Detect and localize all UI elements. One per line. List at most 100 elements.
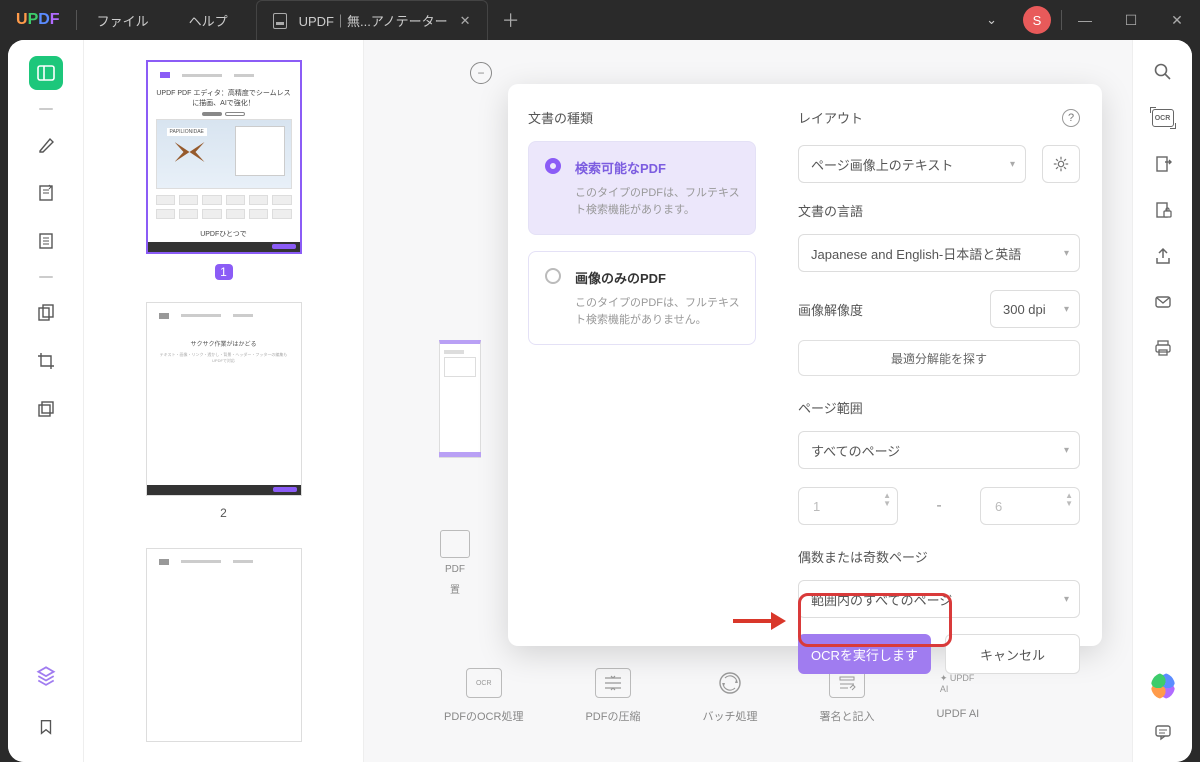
range-from-value: 1 <box>813 499 820 514</box>
close-window-button[interactable]: ✕ <box>1154 0 1200 40</box>
layers-tool-icon[interactable] <box>29 392 63 426</box>
feature-ai[interactable]: ✦ UPDF AI UPDF AI <box>936 668 979 724</box>
butterfly-icon <box>175 142 205 162</box>
radio-image-only-pdf[interactable]: 画像のみのPDF このタイプのPDFは、フルテキスト検索機能がありません。 <box>528 251 756 345</box>
thumbnail-page-3[interactable] <box>146 548 302 742</box>
feature-compress-label: PDFの圧縮 <box>585 708 640 724</box>
ocr-tool-icon[interactable]: OCR <box>1151 106 1175 130</box>
layout-title: レイアウト <box>798 108 863 127</box>
feature-pdfa[interactable]: PDF 置 <box>440 530 470 596</box>
page-tool-icon[interactable] <box>29 224 63 258</box>
odd-even-select[interactable]: 範囲内のすべてのページ <box>798 580 1080 618</box>
document-icon <box>273 13 287 29</box>
help-icon[interactable]: ? <box>1062 109 1080 127</box>
feature-sign-label: 署名と記入 <box>819 708 874 724</box>
feature-sign[interactable]: 署名と記入 <box>819 668 874 724</box>
page-range-title: ページ範囲 <box>798 398 1080 417</box>
separator <box>39 108 53 110</box>
compress-icon <box>595 668 631 698</box>
separator <box>39 276 53 278</box>
collapse-panel-icon[interactable]: − <box>470 62 492 84</box>
protect-icon[interactable] <box>1151 198 1175 222</box>
share-icon[interactable] <box>1151 244 1175 268</box>
feature-pdfa-label1: PDF <box>445 564 465 575</box>
document-tab[interactable]: UPDF｜無...アノテーター ✕ <box>256 0 488 40</box>
range-to-input[interactable]: 6▲▼ <box>980 487 1080 525</box>
email-icon[interactable] <box>1151 290 1175 314</box>
tab-title: UPDF｜無...アノテーター <box>299 11 448 30</box>
range-dash: - <box>936 497 941 515</box>
radio-searchable-desc: このタイプのPDFは、フルテキスト検索機能があります。 <box>575 185 741 218</box>
titlebar: UPDF ファイル ヘルプ UPDF｜無...アノテーター ✕ ＋ ⌄ S — … <box>0 0 1200 40</box>
chevron-down-icon[interactable]: ⌄ <box>970 12 1013 28</box>
radio-icon <box>545 268 561 284</box>
feature-pdfa-label2: 置 <box>450 581 460 596</box>
find-best-resolution-button[interactable]: 最適分解能を探す <box>798 340 1080 376</box>
feature-compress[interactable]: PDFの圧縮 <box>585 668 640 724</box>
note-tool-icon[interactable] <box>29 176 63 210</box>
feature-batch[interactable]: バッチ処理 <box>702 668 757 724</box>
page-preview-overlay <box>439 340 481 458</box>
feature-row: OCR PDFのOCR処理 PDFの圧縮 バッチ処理 署名と記入 ✦ UPDF … <box>444 668 979 724</box>
feature-batch-label: バッチ処理 <box>702 708 757 724</box>
panel-toggle-icon[interactable] <box>29 56 63 90</box>
ocr-icon: OCR <box>466 668 502 698</box>
stack-icon[interactable] <box>29 658 63 692</box>
left-toolbar <box>8 40 84 762</box>
layout-select[interactable]: ページ画像上のテキスト <box>798 145 1026 183</box>
maximize-button[interactable]: ☐ <box>1108 0 1154 40</box>
odd-even-title: 偶数または奇数ページ <box>798 547 1080 566</box>
thumbnails-panel: UPDF PDF エディタ：高精度でシームレスに描画、AIで強化！ PAPILI… <box>84 40 364 762</box>
thumb-tag: PAPILIONIDAE <box>167 128 207 136</box>
feature-ocr-label: PDFのOCR処理 <box>444 708 523 724</box>
range-to-value: 6 <box>995 499 1002 514</box>
thumbnail-page-2[interactable]: サクサク作業がはかどる テキスト・画像・リンク・透かし・背景・ヘッダー・フッター… <box>146 302 302 496</box>
cancel-button[interactable]: キャンセル <box>945 634 1080 674</box>
menu-file[interactable]: ファイル <box>77 11 169 30</box>
feature-ai-label: UPDF AI <box>936 708 979 720</box>
thumbnail-page-1[interactable]: UPDF PDF エディタ：高精度でシームレスに描画、AIで強化！ PAPILI… <box>146 60 302 254</box>
search-icon[interactable] <box>1151 60 1175 84</box>
minimize-button[interactable]: — <box>1062 0 1108 40</box>
radio-image-desc: このタイプのPDFは、フルテキスト検索機能がありません。 <box>575 295 741 328</box>
updf-ai-icon[interactable] <box>1151 674 1175 698</box>
bookmark-icon[interactable] <box>29 710 63 744</box>
layout-settings-button[interactable] <box>1042 145 1080 183</box>
thumb-subtitle: サクサク作業がはかどる <box>155 339 293 348</box>
resolution-select[interactable]: 300 dpi <box>990 290 1080 328</box>
user-avatar[interactable]: S <box>1023 6 1051 34</box>
app-logo: UPDF <box>0 11 76 29</box>
doc-type-title: 文書の種類 <box>528 108 756 127</box>
pencil-tool-icon[interactable] <box>29 128 63 162</box>
radio-searchable-pdf[interactable]: 検索可能なPDF このタイプのPDFは、フルテキスト検索機能があります。 <box>528 141 756 235</box>
copy-pages-icon[interactable] <box>29 296 63 330</box>
export-icon[interactable] <box>1151 152 1175 176</box>
page-number-2: 2 <box>220 506 227 520</box>
feature-ocr[interactable]: OCR PDFのOCR処理 <box>444 668 523 724</box>
thumb-footer: UPDFひとつで <box>156 229 292 239</box>
radio-icon <box>545 158 561 174</box>
range-from-input[interactable]: 1▲▼ <box>798 487 898 525</box>
batch-icon <box>712 668 748 698</box>
ocr-dialog: 文書の種類 検索可能なPDF このタイプのPDFは、フルテキスト検索機能がありま… <box>508 84 1102 646</box>
layout-select-value: ページ画像上のテキスト <box>811 155 953 174</box>
crop-tool-icon[interactable] <box>29 344 63 378</box>
close-tab-icon[interactable]: ✕ <box>460 13 471 29</box>
language-select-value: Japanese and English-日本語と英語 <box>811 244 1021 263</box>
resolution-select-value: 300 dpi <box>1003 302 1046 317</box>
execute-ocr-button[interactable]: OCRを実行します <box>798 634 931 674</box>
radio-searchable-title: 検索可能なPDF <box>575 158 741 177</box>
page-range-select-value: すべてのページ <box>811 441 900 460</box>
resolution-title: 画像解像度 <box>798 300 863 319</box>
new-tab-button[interactable]: ＋ <box>488 7 534 33</box>
radio-image-title: 画像のみのPDF <box>575 268 741 287</box>
page-range-select[interactable]: すべてのページ <box>798 431 1080 469</box>
print-icon[interactable] <box>1151 336 1175 360</box>
odd-even-select-value: 範囲内のすべてのページ <box>811 590 952 609</box>
right-toolbar: OCR <box>1132 40 1192 762</box>
language-select[interactable]: Japanese and English-日本語と英語 <box>798 234 1080 272</box>
menu-help[interactable]: ヘルプ <box>169 11 248 30</box>
language-title: 文書の言語 <box>798 201 1080 220</box>
chat-icon[interactable] <box>1151 720 1175 744</box>
thumb-title: UPDF PDF エディタ：高精度でシームレスに描画、AIで強化！ <box>156 88 292 108</box>
